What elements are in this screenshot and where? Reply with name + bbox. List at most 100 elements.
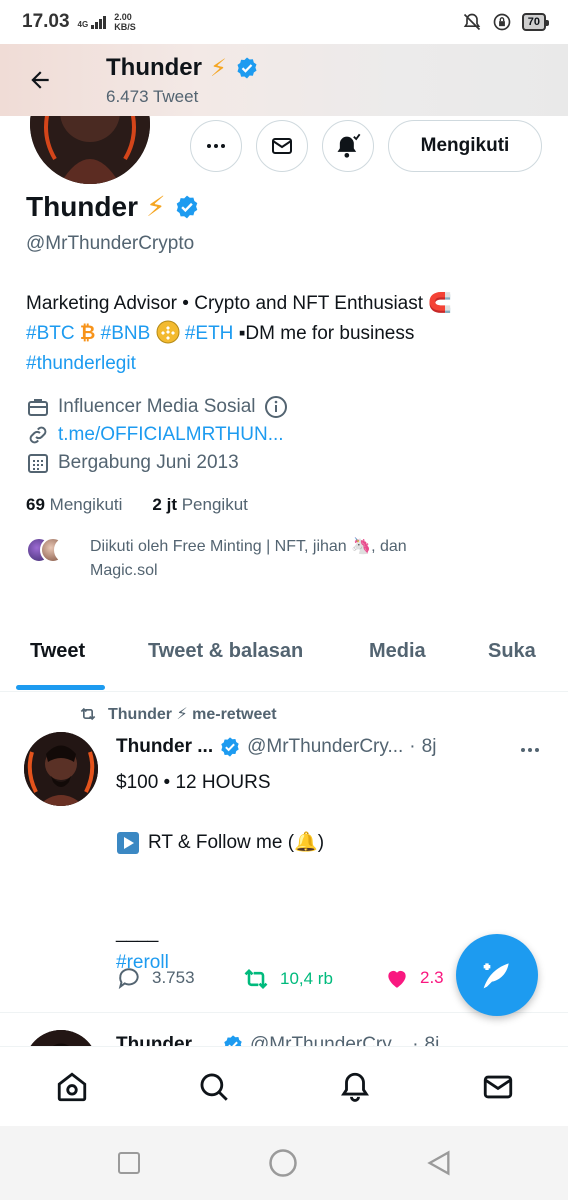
bio-text: Marketing Advisor • Crypto and NFT Enthu… — [26, 293, 424, 314]
like-button[interactable]: 2.3 — [384, 965, 444, 991]
circle-icon — [269, 1149, 297, 1177]
profile-category: Influencer Media Sosial — [58, 396, 256, 417]
retweeted-by-text: Thunder ⚡ me-retweet — [108, 706, 277, 723]
tweet-time: 8j — [421, 736, 437, 757]
profile-handle: @MrThunderCrypto — [26, 233, 195, 254]
tab-tweet[interactable]: Tweet — [30, 640, 85, 663]
speed-unit: KB/S — [114, 22, 136, 32]
status-time: 17.03 — [22, 11, 70, 32]
signal-icon: 4G — [77, 15, 107, 29]
verified-badge-icon — [221, 737, 239, 757]
play-button-emoji-icon — [117, 832, 139, 854]
following-label: Mengikuti — [49, 495, 123, 514]
compose-tweet-button[interactable] — [456, 934, 538, 1016]
nav-notifications[interactable] — [337, 1069, 373, 1105]
square-icon — [118, 1152, 140, 1174]
tab-likes[interactable]: Suka — [488, 640, 536, 663]
retweet-icon — [244, 969, 268, 989]
info-icon[interactable] — [264, 395, 288, 419]
header-name: Thunder — [106, 54, 202, 81]
bitcoin-emoji: ₿ — [79, 323, 96, 344]
message-button[interactable] — [256, 120, 308, 172]
envelope-icon — [272, 138, 292, 154]
back-button[interactable] — [22, 62, 58, 98]
tab-tweet-replies[interactable]: Tweet & balasan — [148, 640, 303, 663]
back-system-button[interactable] — [424, 1148, 454, 1178]
profile-stats: 69 Mengikuti 2 jt Pengikut — [26, 495, 546, 515]
magnet-emoji: 🧲 — [428, 293, 452, 314]
tab-media[interactable]: Media — [369, 640, 426, 663]
notifications-button[interactable] — [322, 120, 374, 172]
bottom-navigation — [0, 1046, 568, 1126]
followed-by-text: Diikuti oleh Free Minting | NFT, jihan 🦄… — [90, 538, 407, 555]
following-count: 69 — [26, 495, 45, 514]
network-speed: 2.00 KB/S — [114, 12, 136, 32]
reply-icon — [118, 968, 139, 990]
system-navigation-bar — [0, 1126, 568, 1200]
followers-label: Pengikut — [181, 495, 248, 514]
active-tab-indicator — [16, 685, 105, 690]
ellipsis-icon — [521, 748, 539, 752]
link-icon — [29, 426, 47, 444]
hashtag-eth[interactable]: #ETH — [185, 323, 234, 344]
followed-by-avatars — [26, 537, 80, 563]
verified-badge-icon — [237, 57, 257, 79]
reply-button[interactable]: 3.753 — [116, 965, 195, 991]
lightning-emoji: ⚡ — [210, 54, 227, 82]
following-stat[interactable]: 69 Mengikuti — [26, 495, 122, 515]
arrow-left-icon — [31, 71, 49, 89]
envelope-icon — [483, 1075, 513, 1099]
triangle-back-icon — [427, 1150, 450, 1176]
mute-icon — [463, 13, 480, 31]
bio-dm-text: ▪DM me for business — [238, 323, 415, 344]
status-bar: 17.03 4G 2.00 KB/S 70 — [0, 0, 568, 44]
tweet-more-button[interactable] — [518, 738, 542, 767]
hashtag-thunderlegit[interactable]: #thunderlegit — [26, 353, 136, 374]
reply-count: 3.753 — [152, 968, 195, 987]
bell-check-icon — [337, 133, 361, 158]
avatar-image — [24, 732, 98, 806]
tweet-author-name[interactable]: Thunder ... — [116, 736, 213, 758]
followed-by[interactable]: Diikuti oleh Free Minting | NFT, jihan 🦄… — [26, 535, 546, 583]
recent-apps-button[interactable] — [114, 1148, 144, 1178]
nav-home[interactable] — [54, 1069, 90, 1105]
retweet-indicator: Thunder ⚡ me-retweet — [78, 704, 277, 724]
heart-icon — [388, 970, 406, 988]
verified-badge-icon — [176, 195, 197, 218]
profile-meta: Influencer Media Sosial t.me/OFFICIALMRT… — [26, 393, 546, 477]
follower-avatar — [54, 537, 80, 563]
profile-header-bar: Thunder ⚡ 6.473 Tweet — [0, 44, 568, 116]
bnb-coin-icon — [156, 320, 180, 344]
compose-feather-icon — [483, 963, 509, 989]
nav-messages[interactable] — [480, 1069, 516, 1105]
followers-stat[interactable]: 2 jt Pengikut — [152, 495, 247, 515]
nav-search[interactable] — [196, 1069, 232, 1105]
retweet-icon — [80, 707, 96, 721]
lightning-emoji: ⚡ — [146, 191, 166, 222]
tweet-header: Thunder ... @MrThunderCry... · 8j — [116, 736, 546, 758]
home-icon — [57, 1072, 87, 1102]
retweet-count: 10,4 rb — [280, 969, 333, 988]
bell-icon — [341, 1072, 369, 1102]
profile-tabs: Tweet Tweet & balasan Media Suka — [0, 622, 568, 692]
retweet-button[interactable]: 10,4 rb — [242, 965, 333, 993]
search-icon — [200, 1073, 228, 1101]
hashtag-btc[interactable]: #BTC — [26, 323, 75, 344]
network-type: 4G — [77, 19, 89, 29]
like-count: 2.3 — [420, 968, 444, 987]
hashtag-bnb[interactable]: #BNB — [101, 323, 151, 344]
tweet-text-line: $100 • 12 HOURS — [116, 772, 271, 793]
profile-joined: Bergabung Juni 2013 — [58, 452, 239, 473]
following-button[interactable]: Mengikuti — [388, 120, 542, 172]
profile-website-link[interactable]: t.me/OFFICIALMRTHUN... — [58, 424, 284, 446]
tweet-avatar[interactable] — [24, 732, 98, 806]
tweet-author-handle[interactable]: @MrThunderCry... — [247, 736, 403, 758]
briefcase-icon — [28, 399, 48, 416]
more-options-button[interactable] — [190, 120, 242, 172]
calendar-icon — [28, 454, 48, 473]
tweet-text-line: RT & Follow me (🔔) — [148, 832, 325, 853]
home-system-button[interactable] — [268, 1148, 298, 1178]
separator-dot: · — [409, 736, 416, 757]
ellipsis-icon — [207, 144, 225, 148]
profile-info: Thunder ⚡ @MrThunderCrypto Marketing Adv… — [26, 190, 546, 583]
